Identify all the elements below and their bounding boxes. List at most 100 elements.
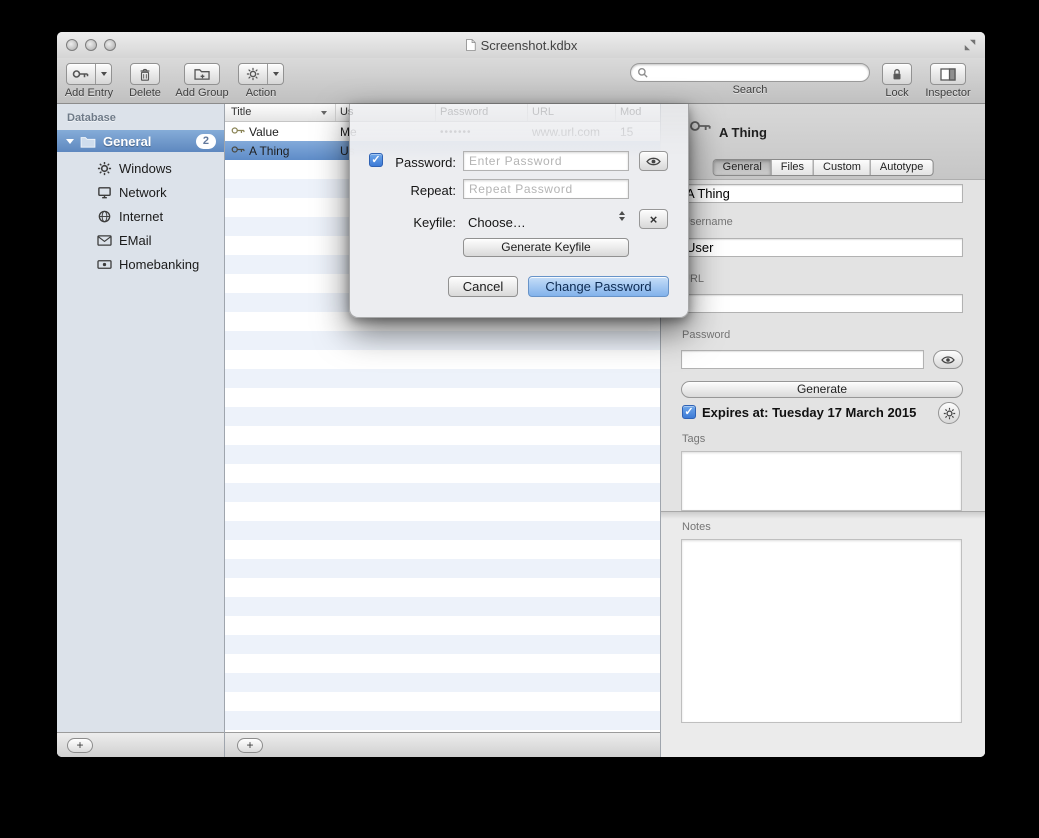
tab-files[interactable]: Files (772, 160, 814, 175)
expires-label: Expires at: Tuesday 17 March 2015 (702, 405, 916, 420)
cancel-button[interactable]: Cancel (448, 276, 518, 297)
chevron-down-icon[interactable] (268, 72, 283, 76)
empty-row (225, 445, 660, 464)
empty-row (225, 521, 660, 540)
empty-row (225, 616, 660, 635)
password-label: Password (682, 329, 730, 341)
fullscreen-icon[interactable] (963, 38, 977, 52)
clear-keyfile-button[interactable]: × (639, 209, 668, 229)
lock-icon (890, 67, 904, 82)
disclosure-triangle-icon[interactable] (66, 139, 74, 144)
search-group: Search (624, 63, 876, 96)
add-group-button[interactable] (184, 63, 220, 85)
password-input[interactable] (682, 351, 923, 368)
tab-autotype[interactable]: Autotype (871, 160, 932, 175)
banknote-icon (97, 258, 112, 271)
empty-row (225, 597, 660, 616)
keyfile-label: Keyfile: (386, 215, 456, 230)
gear-icon (943, 407, 956, 420)
delete-group: Delete (121, 63, 169, 99)
folder-icon (80, 135, 96, 148)
entry-title: A Thing (249, 144, 289, 158)
section-divider (661, 511, 985, 519)
add-group-plus-button[interactable]: + (67, 738, 93, 753)
chevron-down-icon[interactable] (96, 72, 111, 76)
envelope-icon (97, 234, 112, 247)
tab-custom[interactable]: Custom (814, 160, 871, 175)
sidebar-item-windows[interactable]: Windows (57, 156, 224, 180)
inspector-tabs: General Files Custom Autotype (713, 159, 934, 176)
empty-row (225, 350, 660, 369)
sidebar-section-header: Database (67, 112, 116, 124)
sidebar-item-network[interactable]: Network (57, 180, 224, 204)
empty-row (225, 540, 660, 559)
reveal-password-button[interactable] (639, 151, 668, 171)
expires-gear-button[interactable] (938, 402, 960, 424)
url-input[interactable] (682, 295, 962, 312)
tags-box[interactable] (681, 451, 962, 511)
expires-checkbox[interactable]: ✓ (682, 405, 696, 419)
change-password-button[interactable]: Change Password (528, 276, 669, 297)
add-entry-plus-button[interactable]: + (237, 738, 263, 753)
action-group: Action (235, 63, 287, 99)
sidebar: Database General 2 Windows Network Inter… (57, 104, 225, 757)
sidebar-group-general[interactable]: General 2 (57, 130, 224, 152)
reveal-password-button[interactable] (933, 350, 963, 369)
notes-label: Notes (682, 521, 711, 533)
tags-label: Tags (682, 433, 705, 445)
key-icon (231, 125, 246, 139)
add-entry-label: Add Entry (65, 87, 113, 99)
empty-row (225, 331, 660, 350)
delete-button[interactable] (130, 63, 160, 85)
title-field[interactable] (681, 184, 963, 203)
titlebar: Screenshot.kdbx (57, 32, 985, 58)
url-field[interactable] (681, 294, 963, 313)
title-input[interactable] (682, 185, 962, 202)
eye-icon (941, 355, 955, 365)
column-header-title[interactable]: Title (231, 106, 251, 118)
entry-title: Value (249, 125, 279, 139)
repeat-input[interactable] (464, 180, 628, 198)
inspector-group: Inspector (919, 63, 977, 99)
search-label: Search (733, 84, 768, 96)
change-password-sheet: ✓ Password: Repeat: Keyfile: Choose… × G… (349, 104, 689, 318)
generate-password-button[interactable]: Generate (681, 381, 963, 398)
username-field[interactable] (681, 238, 963, 257)
group-count-badge: 2 (196, 134, 216, 149)
username-input[interactable] (682, 239, 962, 256)
stepper-icon[interactable] (619, 211, 625, 221)
search-input[interactable] (653, 65, 863, 81)
password-checkbox[interactable]: ✓ (369, 153, 383, 167)
password-field[interactable] (463, 151, 629, 171)
add-entry-button[interactable] (66, 63, 112, 85)
lock-button[interactable] (882, 63, 912, 85)
password-input[interactable] (464, 152, 628, 170)
empty-row (225, 673, 660, 692)
sidebar-item-internet[interactable]: Internet (57, 204, 224, 228)
sidebar-item-label: Network (119, 185, 167, 200)
action-button[interactable] (238, 63, 284, 85)
sidebar-item-email[interactable]: EMail (57, 228, 224, 252)
password-field[interactable] (681, 350, 924, 369)
inspector-panel-icon (940, 68, 956, 81)
app-window: Screenshot.kdbx Add Entry Delete (57, 32, 985, 757)
password-label: Password: (386, 155, 456, 170)
generate-keyfile-button[interactable]: Generate Keyfile (463, 238, 629, 257)
add-entry-group: Add Entry (60, 63, 118, 99)
notes-box[interactable] (681, 539, 962, 723)
sidebar-item-label: Windows (119, 161, 172, 176)
key-icon (231, 144, 246, 158)
inspector-button[interactable] (930, 63, 966, 85)
sidebar-item-homebanking[interactable]: Homebanking (57, 252, 224, 276)
inspector-entry-title: A Thing (719, 125, 767, 140)
sort-descending-icon (321, 111, 327, 115)
column-divider[interactable] (335, 104, 336, 121)
empty-row (225, 388, 660, 407)
tab-general[interactable]: General (714, 160, 772, 175)
folder-plus-icon (194, 67, 211, 81)
keyfile-popup[interactable]: Choose… (468, 215, 526, 230)
search-field[interactable] (630, 63, 870, 82)
gear-icon (97, 161, 112, 176)
username-label: Username (682, 216, 733, 228)
repeat-field[interactable] (463, 179, 629, 199)
